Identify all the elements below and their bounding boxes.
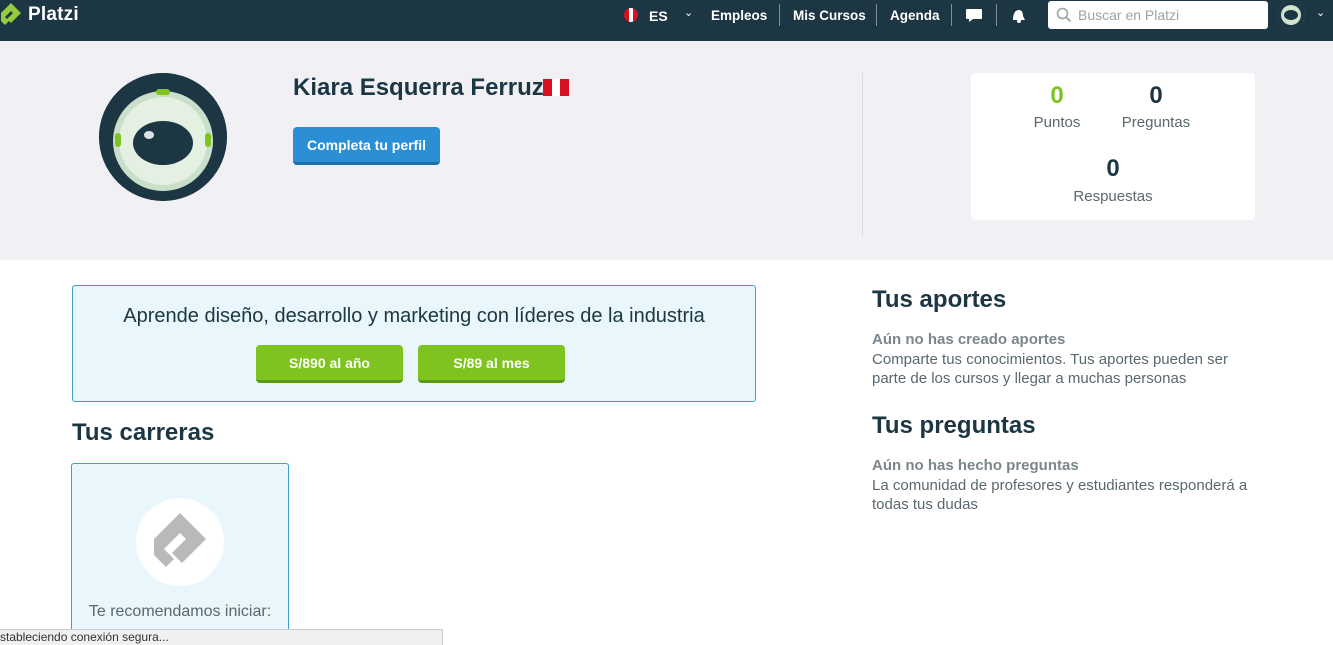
language-selector[interactable]: ES xyxy=(649,8,668,24)
platzi-logo-icon xyxy=(1,3,21,25)
questions-value: 0 xyxy=(1149,82,1163,109)
platzi-logo-icon xyxy=(136,498,224,586)
profile-avatar xyxy=(99,73,227,201)
stats-card: 0 Puntos 0 Preguntas 0 Respuestas xyxy=(971,73,1255,220)
platzi-logo[interactable]: Platzi xyxy=(0,0,79,30)
nav-link-agenda[interactable]: Agenda xyxy=(890,8,940,23)
divider xyxy=(862,73,863,237)
chevron-down-icon[interactable]: ⌄ xyxy=(1316,6,1325,19)
nav-divider xyxy=(779,4,780,26)
questions-label: Preguntas xyxy=(1121,114,1191,131)
promo-text: Aprende diseño, desarrollo y marketing c… xyxy=(123,305,705,327)
questions-empty-desc: La comunidad de profesores y estudiantes… xyxy=(872,477,1248,513)
profile-name: Kiara Esquerra Ferruzo xyxy=(293,74,559,101)
career-recommend-text: Te recomendamos iniciar: xyxy=(88,603,272,620)
nav-link-mis-cursos[interactable]: Mis Cursos xyxy=(793,8,866,23)
contributions-empty-desc: Comparte tus conocimientos. Tus aportes … xyxy=(872,351,1229,387)
yearly-plan-button[interactable]: S/890 al año xyxy=(256,345,403,383)
top-navbar: Platzi ES ⌄ Empleos Mis Cursos Agenda ⌄ xyxy=(0,0,1333,41)
answers-label: Respuestas xyxy=(1073,188,1153,205)
user-avatar[interactable] xyxy=(1277,1,1305,29)
contributions-empty-title: Aún no has creado aportes xyxy=(872,331,1066,348)
nav-divider xyxy=(951,4,952,26)
careers-title: Tus carreras xyxy=(72,419,215,446)
chevron-down-icon[interactable]: ⌄ xyxy=(684,6,693,19)
questions-title: Tus preguntas xyxy=(872,412,1036,439)
peru-flag-icon xyxy=(624,8,638,22)
search-box[interactable] xyxy=(1048,1,1268,29)
monthly-plan-button[interactable]: S/89 al mes xyxy=(418,345,565,383)
subscription-promo: Aprende diseño, desarrollo y marketing c… xyxy=(72,285,756,402)
astronaut-avatar-icon xyxy=(99,73,227,201)
peru-flag-icon xyxy=(543,79,570,96)
questions-empty-title: Aún no has hecho preguntas xyxy=(872,457,1079,474)
contributions-title: Tus aportes xyxy=(872,286,1007,313)
browser-status-bar: stableciendo conexión segura... xyxy=(0,629,443,645)
points-value: 0 xyxy=(1050,82,1064,109)
brand-name: Platzi xyxy=(28,4,79,25)
chat-bubble-icon[interactable] xyxy=(965,6,983,24)
search-icon xyxy=(1056,7,1072,23)
notifications-icon[interactable] xyxy=(1009,6,1027,24)
answers-value: 0 xyxy=(1106,155,1120,182)
search-input[interactable] xyxy=(1078,7,1258,23)
career-card[interactable]: Te recomendamos iniciar: xyxy=(71,463,289,645)
nav-divider xyxy=(876,4,877,26)
nav-link-empleos[interactable]: Empleos xyxy=(711,8,767,23)
astronaut-avatar-icon xyxy=(1277,1,1305,29)
nav-divider xyxy=(996,4,997,26)
complete-profile-button[interactable]: Completa tu perfil xyxy=(293,127,440,165)
